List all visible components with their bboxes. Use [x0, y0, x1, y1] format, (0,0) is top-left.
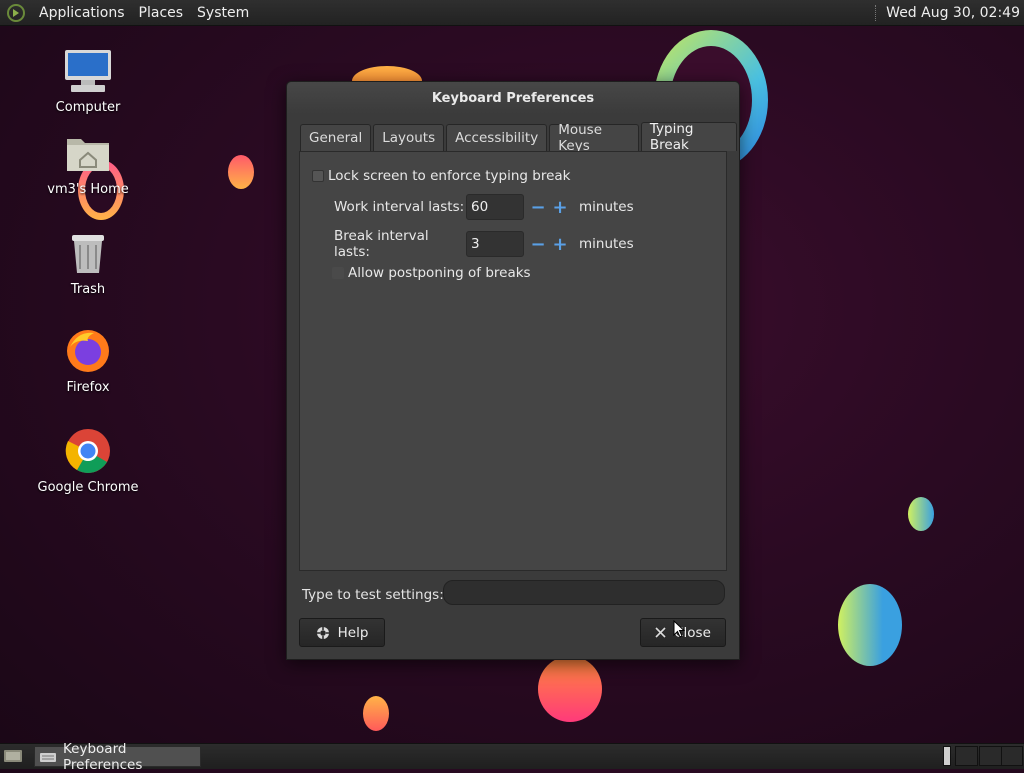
- test-settings-input[interactable]: [443, 580, 725, 605]
- desktop-icon-home[interactable]: vm3's Home: [28, 128, 148, 197]
- tab-layouts[interactable]: Layouts: [373, 124, 445, 151]
- break-interval-label: Break interval lasts:: [334, 228, 429, 260]
- panel-separator: [875, 4, 878, 21]
- work-minutes-label: minutes: [579, 199, 634, 215]
- mouse-pointer-icon: [673, 619, 686, 638]
- desktop-icon-label: Google Chrome: [37, 480, 139, 495]
- clock[interactable]: Wed Aug 30, 02:49: [886, 5, 1024, 21]
- work-interval-label: Work interval lasts:: [334, 199, 465, 215]
- tab-bar: General Layouts Accessibility Mouse Keys…: [300, 121, 739, 154]
- clock-area: Wed Aug 30, 02:49: [875, 0, 1024, 25]
- wallpaper-dot: [363, 696, 389, 731]
- postpone-checkbox[interactable]: [332, 267, 344, 279]
- break-interval-input[interactable]: 3: [466, 231, 524, 257]
- top-panel: Applications Places System Wed Aug 30, 0…: [0, 0, 1024, 26]
- work-interval-row: Work interval lasts: 60 − + minutes: [334, 194, 634, 220]
- wallpaper-dot: [908, 497, 934, 531]
- help-button-label: Help: [337, 624, 369, 641]
- postpone-label: Allow postponing of breaks: [348, 265, 531, 281]
- break-increment-button[interactable]: +: [549, 233, 571, 255]
- show-desktop-icon[interactable]: [3, 748, 23, 764]
- tab-mouse-keys[interactable]: Mouse Keys: [549, 122, 639, 154]
- desktop-icon-trash[interactable]: Trash: [28, 228, 148, 297]
- help-lifebuoy-icon: [316, 626, 330, 640]
- menu-places[interactable]: Places: [132, 5, 191, 21]
- keyboard-preferences-dialog: Keyboard Preferences General Layouts Acc…: [286, 81, 740, 660]
- lock-screen-checkbox[interactable]: [312, 170, 324, 182]
- help-button[interactable]: Help: [299, 618, 385, 647]
- close-x-icon: [655, 627, 666, 638]
- keyboard-icon: [39, 751, 57, 763]
- desktop-icon-label: vm3's Home: [47, 182, 129, 197]
- tab-typing-break[interactable]: Typing Break: [640, 121, 737, 153]
- break-decrement-button[interactable]: −: [527, 233, 549, 255]
- desktop-icon-computer[interactable]: Computer: [28, 46, 148, 115]
- postpone-row[interactable]: Allow postponing of breaks: [332, 265, 531, 281]
- menu-applications[interactable]: Applications: [32, 5, 132, 21]
- break-minutes-label: minutes: [579, 236, 634, 252]
- dialog-titlebar[interactable]: Keyboard Preferences: [287, 82, 739, 114]
- wallpaper-dot: [228, 155, 254, 189]
- work-decrement-button[interactable]: −: [527, 196, 549, 218]
- desktop-icon-label: Firefox: [66, 380, 110, 395]
- wallpaper-dot: [838, 584, 902, 666]
- computer-icon: [63, 46, 113, 96]
- tab-accessibility[interactable]: Accessibility: [446, 124, 548, 151]
- desktop-icon-label: Computer: [55, 100, 121, 115]
- trash-icon: [63, 228, 113, 278]
- bottom-panel: Keyboard Preferences: [0, 741, 1024, 773]
- work-increment-button[interactable]: +: [549, 196, 571, 218]
- workspace-4[interactable]: [1001, 746, 1023, 766]
- desktop-icon-label: Trash: [70, 282, 106, 297]
- taskbar-keyboard-preferences[interactable]: Keyboard Preferences: [34, 741, 201, 773]
- desktop-icon-firefox[interactable]: Firefox: [28, 326, 148, 395]
- dialog-title: Keyboard Preferences: [431, 90, 595, 106]
- workspace-1[interactable]: [943, 746, 951, 766]
- workspace-3[interactable]: [979, 746, 1002, 766]
- applications-logo-icon[interactable]: [6, 3, 26, 23]
- work-interval-input[interactable]: 60: [466, 194, 524, 220]
- typing-break-pane: Lock screen to enforce typing break Work…: [299, 151, 727, 571]
- firefox-icon: [63, 326, 113, 376]
- home-folder-icon: [63, 128, 113, 178]
- desktop-icon-chrome[interactable]: Google Chrome: [28, 426, 148, 495]
- workspace-2[interactable]: [955, 746, 978, 766]
- test-settings-label: Type to test settings:: [302, 587, 444, 603]
- break-interval-row: Break interval lasts: 3 − + minutes: [334, 228, 634, 260]
- lock-screen-row[interactable]: Lock screen to enforce typing break: [312, 168, 570, 184]
- lock-screen-label: Lock screen to enforce typing break: [328, 168, 571, 184]
- menu-system[interactable]: System: [190, 5, 256, 21]
- tab-general[interactable]: General: [300, 124, 372, 151]
- chrome-icon: [63, 426, 113, 476]
- wallpaper-dot: [538, 656, 602, 722]
